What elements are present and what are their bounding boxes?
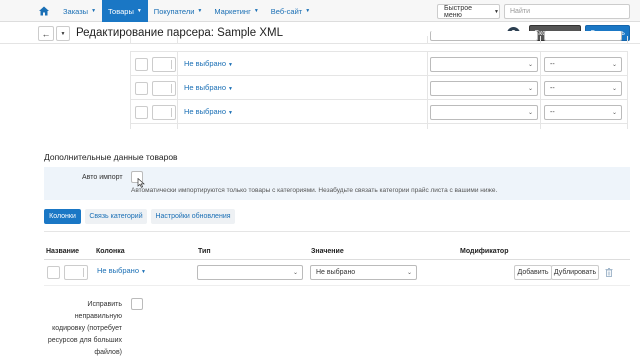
parser-rows: Не выбрано ▼ ⌄ -- ⌄ Не выбрано ▼ ⌄ -- ⌄ Не в… — [130, 31, 628, 129]
arrow-left-icon: ← — [41, 28, 51, 39]
column-dropdown[interactable]: Не выбрано ▼ — [97, 266, 146, 275]
tab-columns[interactable]: Колонки — [44, 209, 81, 224]
caret-down-icon: ▼ — [60, 30, 66, 37]
top-navbar: Заказы ▼ Товары ▼ Покупатели ▼ Маркетинг ▼ В… — [0, 0, 640, 22]
chevron-down-icon: ⌄ — [611, 62, 617, 68]
chevron-down-icon: ⌄ — [611, 110, 617, 116]
duplicate-button[interactable]: Дублировать — [551, 265, 599, 280]
row-checkbox[interactable] — [47, 266, 60, 279]
nav-item-customers[interactable]: Покупатели ▼ — [148, 0, 209, 22]
nav-item-label: Покупатели — [153, 6, 195, 16]
table-row — [130, 31, 628, 44]
header-type: Тип — [198, 248, 211, 255]
main-menu: Заказы ▼ Товары ▼ Покупатели ▼ Маркетинг ▼ В… — [57, 0, 316, 22]
column-dropdown[interactable]: Не выбрано ▼ — [184, 83, 233, 92]
column-dropdown-label: Не выбрано — [184, 107, 226, 116]
caret-down-icon: ▼ — [253, 8, 259, 14]
chevron-down-icon: ⌄ — [292, 270, 298, 276]
value-select[interactable]: ⌄ — [430, 105, 538, 120]
divider — [44, 259, 630, 260]
add-button[interactable]: Добавить — [514, 265, 552, 280]
select-value: Не выбрано — [316, 269, 356, 276]
auto-import-help: Автоматически импортируются только товар… — [131, 187, 498, 194]
chevron-down-icon: ⌄ — [527, 62, 533, 68]
table-row: Не выбрано ▼ ⌄ -- ⌄ — [130, 75, 628, 100]
caret-down-icon: ▼ — [228, 62, 233, 68]
quick-menu-button[interactable]: Быстрое меню ▼ — [437, 4, 500, 19]
column-dropdown[interactable]: Не выбрано ▼ — [184, 107, 233, 116]
tab-update-settings[interactable]: Настройки обновления — [151, 209, 235, 224]
caret-down-icon: ▼ — [228, 110, 233, 116]
row-checkbox[interactable] — [135, 106, 148, 119]
nav-item-label: Веб-сайт — [270, 6, 303, 16]
row-number-input[interactable] — [64, 265, 88, 280]
nav-item-marketing[interactable]: Маркетинг ▼ — [208, 0, 264, 22]
header-column: Колонка — [96, 248, 125, 255]
type-select[interactable]: ⌄ — [197, 265, 303, 280]
modifier-select[interactable] — [544, 31, 622, 41]
caret-down-icon: ▼ — [494, 8, 499, 15]
row-checkbox[interactable] — [135, 58, 148, 71]
column-dropdown-label: Не выбрано — [184, 59, 226, 68]
nav-item-label: Заказы — [63, 6, 89, 16]
nav-item-label: Товары — [108, 6, 134, 16]
nav-item-products[interactable]: Товары ▼ — [102, 0, 148, 22]
modifier-select[interactable]: -- ⌄ — [544, 57, 622, 72]
auto-import-label: Авто импорт — [82, 174, 123, 181]
header-name: Название — [46, 248, 80, 255]
header-value: Значение — [311, 248, 344, 255]
nav-item-label: Маркетинг — [214, 6, 251, 16]
home-icon[interactable] — [38, 5, 50, 17]
quick-menu-label: Быстрое меню — [444, 4, 473, 19]
header-modifier: Модификатор — [460, 248, 509, 255]
column-dropdown-label: Не выбрано — [97, 266, 139, 275]
column-dropdown[interactable]: Не выбрано ▼ — [184, 59, 233, 68]
caret-down-icon: ▼ — [228, 86, 233, 92]
nav-item-orders[interactable]: Заказы ▼ — [57, 0, 102, 22]
fix-encoding-label: Исправить неправильную кодировку (потреб… — [47, 301, 122, 356]
back-button[interactable]: ← — [38, 26, 54, 41]
caret-down-icon: ▼ — [197, 8, 203, 14]
chevron-down-icon: ⌄ — [527, 86, 533, 92]
column-dropdown-label: Не выбрано — [184, 83, 226, 92]
trash-icon[interactable] — [605, 268, 613, 277]
table-row: Не выбрано ▼ ⌄ -- ⌄ — [130, 51, 628, 76]
divider — [44, 285, 630, 286]
caret-down-icon: ▼ — [141, 269, 146, 275]
modifier-select[interactable]: -- ⌄ — [544, 105, 622, 120]
caret-down-icon: ▼ — [305, 8, 311, 14]
search-input[interactable]: Найти — [504, 4, 630, 19]
value-select[interactable] — [430, 31, 538, 41]
caret-down-icon: ▼ — [91, 8, 97, 14]
value-select[interactable]: ⌄ — [430, 81, 538, 96]
chevron-down-icon: ⌄ — [611, 86, 617, 92]
nav-item-website[interactable]: Веб-сайт ▼ — [265, 0, 316, 22]
select-value: -- — [550, 109, 555, 116]
caret-down-icon: ▼ — [136, 8, 142, 14]
value-select[interactable]: ⌄ — [430, 57, 538, 72]
fix-encoding-checkbox[interactable] — [131, 298, 143, 310]
modifier-select[interactable]: -- ⌄ — [544, 81, 622, 96]
tab-category-links[interactable]: Связь категорий — [85, 209, 147, 224]
row-checkbox[interactable] — [135, 82, 148, 95]
select-value: -- — [550, 61, 555, 68]
row-number-input[interactable] — [152, 81, 176, 96]
section-heading: Дополнительные данные товаров — [44, 152, 178, 162]
table-row: Не выбрано ▼ ⌄ -- ⌄ — [130, 99, 628, 124]
more-dropdown-button[interactable]: ▼ — [56, 26, 70, 41]
table-row-edge — [130, 123, 628, 129]
row-number-input[interactable] — [152, 57, 176, 72]
value-select[interactable]: Не выбрано ⌄ — [310, 265, 417, 280]
chevron-down-icon: ⌄ — [406, 270, 412, 276]
chevron-down-icon: ⌄ — [527, 110, 533, 116]
divider — [44, 231, 630, 232]
row-number-input[interactable] — [152, 105, 176, 120]
select-value: -- — [550, 85, 555, 92]
